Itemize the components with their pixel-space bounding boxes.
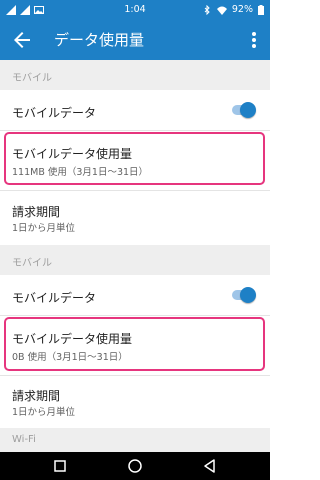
billing-title: 請求期間: [12, 389, 61, 403]
mobile-data-row[interactable]: モバイルデータ: [0, 90, 270, 130]
battery-percent: 92%: [231, 4, 253, 15]
usage-title: モバイルデータ使用量: [12, 147, 133, 161]
bluetooth-icon: [204, 5, 210, 15]
section-header-label: Wi-Fi: [12, 434, 36, 445]
navigation-bar: [0, 452, 270, 480]
status-bar: 1:04 92%: [0, 0, 270, 20]
mobile-data-row[interactable]: モバイルデータ: [0, 275, 270, 315]
back-arrow-icon[interactable]: [10, 28, 34, 52]
billing-subtitle: 1日から月単位: [12, 407, 76, 418]
status-right-icons: 92%: [202, 0, 264, 20]
billing-subtitle: 1日から月単位: [12, 223, 76, 234]
mobile-data-usage-row[interactable]: モバイルデータ使用量 0B 使用（3月1日〜31日）: [0, 317, 270, 371]
divider: [0, 315, 270, 316]
mobile-data-toggle[interactable]: [230, 287, 256, 303]
square-recents-icon[interactable]: [50, 456, 70, 476]
mobile-data-label: モバイルデータ: [12, 106, 97, 120]
divider: [0, 130, 270, 131]
mobile-data-usage-row[interactable]: モバイルデータ使用量 111MB 使用（3月1日〜31日）: [0, 132, 270, 185]
usage-title: モバイルデータ使用量: [12, 332, 133, 346]
circle-home-icon[interactable]: [125, 456, 145, 476]
usage-subtitle: 0B 使用（3月1日〜31日）: [12, 352, 128, 363]
section-header-wifi: Wi-Fi: [0, 428, 270, 452]
section-header-mobile: モバイル: [0, 60, 270, 90]
mobile-data-toggle[interactable]: [230, 102, 256, 118]
battery-icon: [258, 5, 264, 15]
usage-subtitle: 111MB 使用（3月1日〜31日）: [12, 167, 149, 178]
billing-title: 請求期間: [12, 205, 61, 219]
page-title: データ使用量: [54, 31, 145, 49]
app-bar: データ使用量: [0, 20, 270, 60]
billing-period-row[interactable]: 請求期間 1日から月単位: [0, 376, 270, 426]
section-header-mobile: モバイル: [0, 245, 270, 275]
mobile-data-label: モバイルデータ: [12, 291, 97, 305]
billing-period-row[interactable]: 請求期間 1日から月単位: [0, 191, 270, 241]
triangle-back-icon[interactable]: [200, 456, 220, 476]
overflow-menu-icon[interactable]: [244, 28, 264, 52]
section-header-label: モバイル: [12, 258, 52, 269]
section-header-label: モバイル: [12, 73, 52, 84]
wifi-icon: [216, 6, 227, 15]
